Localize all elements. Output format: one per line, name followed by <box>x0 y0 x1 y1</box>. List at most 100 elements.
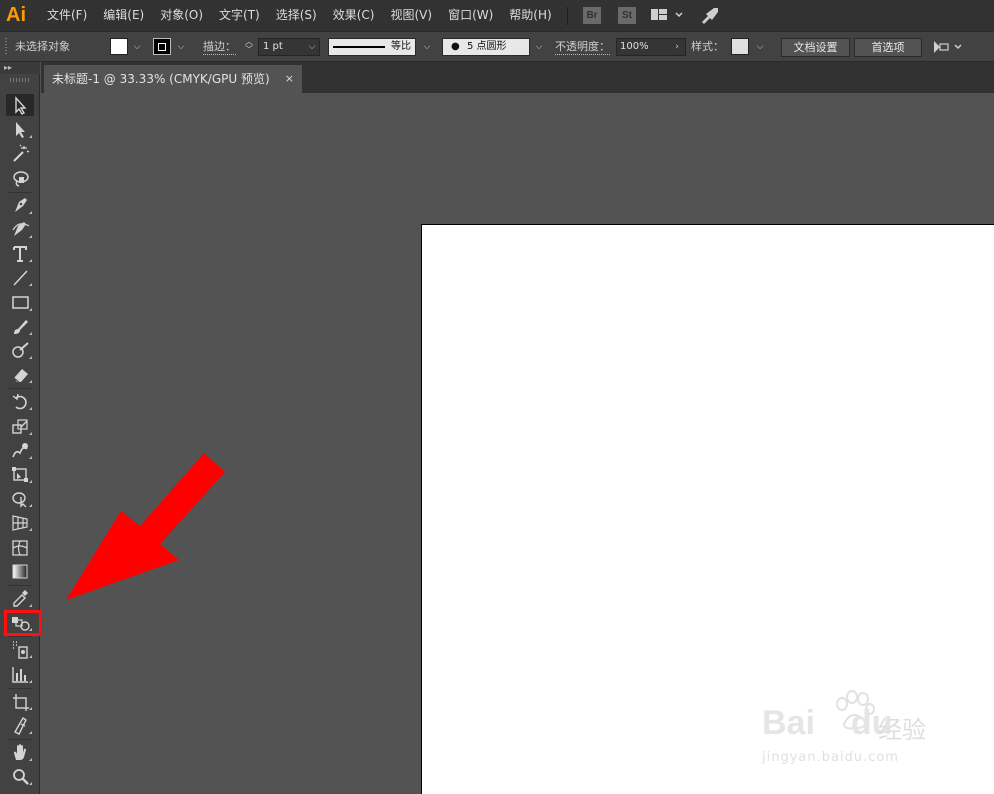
stroke-label[interactable]: 描边： <box>203 32 236 61</box>
workspace-layout-icon[interactable] <box>650 6 684 28</box>
direct-selection-tool[interactable] <box>6 118 34 140</box>
profile-chevron-icon[interactable]: ⌵ <box>421 41 433 53</box>
canvas-area[interactable]: Bai du 经验 jingyan.baidu.com <box>41 93 994 794</box>
shaper-tool[interactable] <box>6 339 34 361</box>
stroke-weight-chevron-icon[interactable]: ⌵ <box>306 41 318 53</box>
opacity-arrow-icon[interactable]: › <box>671 41 683 53</box>
pen-tool[interactable] <box>6 194 34 216</box>
shape-builder-tool[interactable] <box>6 487 34 509</box>
stroke-dropdown-chevron-icon[interactable]: ⌵ <box>175 41 187 53</box>
fill-dropdown-chevron-icon[interactable]: ⌵ <box>131 41 143 53</box>
eraser-tool[interactable] <box>6 363 34 385</box>
tool-flyout-indicator <box>29 235 32 238</box>
brush-definition[interactable]: ● 5 点圆形 <box>442 38 530 56</box>
brush-label: 5 点圆形 <box>467 41 507 52</box>
warp-tool[interactable] <box>6 439 34 461</box>
paintbrush-icon <box>14 319 28 334</box>
hand-tool[interactable] <box>6 741 34 763</box>
stroke-color-swatch[interactable] <box>153 38 171 55</box>
eyedropper-tool[interactable] <box>6 587 34 609</box>
menu-separator <box>567 7 568 25</box>
collapse-panels-icon[interactable]: ▸▸ <box>4 62 12 74</box>
eyedropper-icon <box>13 590 28 607</box>
rotate-tool[interactable] <box>6 390 34 412</box>
hand-icon <box>14 744 26 761</box>
scale-tool[interactable] <box>6 415 34 437</box>
artboard-tool[interactable] <box>6 690 34 712</box>
symbol-sprayer-tool[interactable] <box>6 638 34 660</box>
tool-flyout-indicator <box>29 380 32 384</box>
curvature-tool[interactable] <box>6 218 34 240</box>
type-tool[interactable] <box>6 242 34 264</box>
menu-item-4[interactable]: 选择(S) <box>276 0 317 31</box>
watermark-brand: Bai du <box>762 704 893 742</box>
annotation-highlight-box <box>4 610 42 636</box>
opacity-label[interactable]: 不透明度： <box>555 32 610 61</box>
tool-group-separator <box>8 739 32 741</box>
graphic-style-swatch[interactable] <box>731 38 749 55</box>
stock-button[interactable]: St <box>618 7 636 24</box>
document-tab-bar: 未标题-1 @ 33.33% (CMYK/GPU 预览) × <box>41 62 994 93</box>
menu-item-7[interactable]: 窗口(W) <box>448 0 493 31</box>
gpu-performance-icon[interactable] <box>700 6 720 28</box>
stroke-stepper-icon[interactable]: ︿ ﹀ <box>243 38 255 54</box>
selection-status: 未选择对象 <box>15 40 70 53</box>
zoom-icon <box>13 769 29 786</box>
bridge-button[interactable]: Br <box>583 7 601 24</box>
selection-tool[interactable] <box>6 94 34 116</box>
style-label: 样式： <box>691 40 724 53</box>
free-transform-tool[interactable] <box>6 463 34 485</box>
tool-flyout-indicator <box>29 210 32 214</box>
slice-tool[interactable] <box>6 714 34 736</box>
paintbrush-tool[interactable] <box>6 315 34 337</box>
tool-flyout-indicator <box>29 331 32 335</box>
magic-wand-tool[interactable] <box>6 142 34 164</box>
preferences-button[interactable]: 首选项 <box>854 38 922 57</box>
menu-item-2[interactable]: 对象(O) <box>160 0 203 31</box>
rectangle-tool[interactable] <box>6 291 34 313</box>
menu-item-0[interactable]: 文件(F) <box>47 0 87 31</box>
tool-flyout-indicator <box>29 356 32 359</box>
lasso-icon <box>13 170 29 187</box>
tool-group-separator <box>8 585 32 586</box>
shaper-icon <box>12 342 29 358</box>
profile-label: 等比 <box>391 41 411 52</box>
perspective-grid-tool[interactable] <box>6 511 34 533</box>
document-tab[interactable]: 未标题-1 @ 33.33% (CMYK/GPU 预览) × <box>44 65 302 93</box>
align-options-icon[interactable] <box>931 38 965 60</box>
pen-icon <box>15 197 27 212</box>
lasso-tool[interactable] <box>6 167 34 189</box>
control-bar-grip[interactable] <box>5 38 7 56</box>
tool-flyout-indicator <box>29 283 32 287</box>
style-chevron-icon[interactable]: ⌵ <box>754 41 766 53</box>
tool-flyout-indicator <box>29 706 32 710</box>
gradient-tool[interactable] <box>6 560 34 582</box>
close-tab-icon[interactable]: × <box>285 65 294 93</box>
variable-width-profile[interactable]: 等比 <box>328 38 416 56</box>
direct-selection-icon <box>16 122 25 139</box>
document-setup-button[interactable]: 文档设置 <box>781 38 850 57</box>
tools-panel-grip[interactable] <box>10 78 30 82</box>
fill-color-swatch[interactable] <box>110 38 128 55</box>
brush-dot-icon: ● <box>451 41 460 52</box>
brush-chevron-icon[interactable]: ⌵ <box>533 41 545 53</box>
tool-group-separator <box>8 191 32 193</box>
illustrator-window: Ai 文件(F) 编辑(E) 对象(O) 文字(T) 选择(S) 效果(C) 视图(V) 窗口… <box>0 0 994 794</box>
zoom-tool[interactable] <box>6 765 34 787</box>
eraser-icon <box>13 369 28 383</box>
mesh-tool[interactable] <box>6 536 34 558</box>
menu-item-5[interactable]: 效果(C) <box>333 0 375 31</box>
tool-flyout-indicator <box>29 731 32 734</box>
menu-item-1[interactable]: 编辑(E) <box>103 0 144 31</box>
column-graph-tool[interactable] <box>6 663 34 685</box>
gradient-icon <box>12 564 28 579</box>
menu-item-6[interactable]: 视图(V) <box>390 0 432 31</box>
warp-icon <box>12 442 28 458</box>
artboard-icon <box>13 693 29 711</box>
menu-item-3[interactable]: 文字(T) <box>219 0 260 31</box>
tool-flyout-indicator <box>29 480 32 483</box>
line-segment-tool[interactable] <box>6 266 34 288</box>
scale-icon <box>12 418 28 434</box>
menu-item-8[interactable]: 帮助(H) <box>509 0 551 31</box>
tool-flyout-indicator <box>29 455 32 459</box>
